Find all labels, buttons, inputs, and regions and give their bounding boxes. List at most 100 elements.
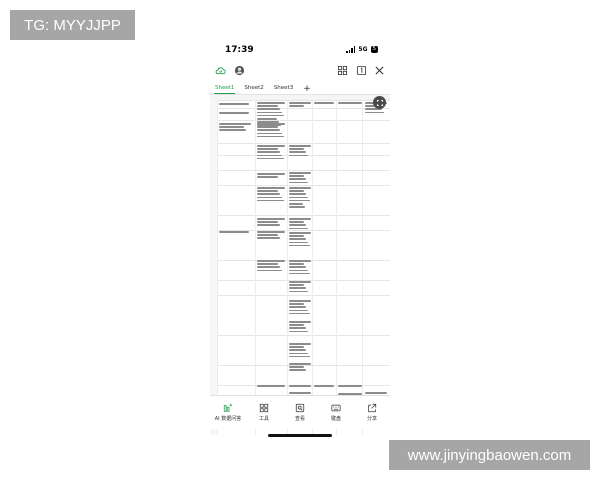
cell-text: [289, 181, 308, 184]
cell-text: [257, 154, 282, 157]
cell-text: [257, 151, 280, 153]
cell-text: [257, 237, 280, 239]
cell-text: [289, 102, 311, 104]
cell-text: [289, 203, 303, 205]
tools-button[interactable]: 工具: [246, 396, 282, 429]
cell-text: [257, 157, 284, 160]
cell-text: [289, 330, 308, 333]
cell-text: [219, 103, 249, 105]
cell-text: [289, 324, 304, 326]
page-count-icon[interactable]: [355, 64, 367, 76]
cell-text: [257, 135, 284, 138]
cell-text: [289, 105, 304, 107]
cell-text: [289, 309, 308, 312]
grid-row-line: [217, 120, 390, 121]
tab-sheet1[interactable]: Sheet1: [210, 83, 239, 94]
bottom-label-tools: 工具: [258, 416, 269, 422]
cell-text: [289, 178, 306, 180]
cell-text: [289, 385, 311, 387]
cell-text: [289, 260, 311, 262]
watermark-top: TG: MYYJJPP: [10, 10, 135, 40]
cell-text: [289, 232, 311, 234]
top-toolbar: [210, 60, 390, 82]
cell-text: [219, 231, 249, 233]
cell-text: [289, 346, 304, 348]
cell-text: [289, 284, 304, 286]
cell-text: [219, 129, 246, 131]
cell-text: [289, 287, 306, 289]
cell-text: [257, 231, 285, 233]
cell-text: [365, 111, 384, 114]
keyboard-button[interactable]: 键盘: [318, 396, 354, 429]
cell-text: [257, 221, 278, 223]
cell-text: [257, 108, 280, 110]
cell-text: [289, 244, 310, 247]
cell-text: [314, 102, 334, 104]
cell-text: [257, 187, 285, 189]
cell-text: [338, 385, 362, 387]
status-indicators: 5G 5: [346, 46, 378, 53]
tools-icon: [259, 403, 269, 413]
cell-text: [289, 300, 311, 302]
close-icon[interactable]: [373, 64, 385, 76]
cell-text: [257, 260, 285, 262]
view-icon: [295, 403, 305, 413]
cell-text: [289, 221, 304, 223]
cell-text: [289, 227, 308, 230]
cell-text: [257, 118, 277, 120]
cell-text: [289, 145, 311, 147]
grid-column-line: [312, 100, 313, 435]
tab-sheet3[interactable]: Sheet3: [269, 83, 298, 94]
grid-column-line: [217, 100, 218, 435]
view-button[interactable]: 查看: [282, 396, 318, 429]
keyboard-icon: [331, 404, 341, 412]
grid-column-line: [362, 100, 363, 435]
cell-text: [289, 196, 308, 199]
share-button[interactable]: 分享: [354, 396, 390, 429]
cell-text: [365, 392, 387, 394]
grid-row-line: [217, 170, 390, 171]
cell-text: [289, 327, 306, 329]
add-sheet-icon[interactable]: +: [298, 84, 311, 94]
cell-text: [289, 303, 304, 305]
cell-text: [289, 172, 311, 174]
avatar-icon[interactable]: [233, 64, 245, 76]
status-time: 17:39: [225, 45, 254, 55]
share-icon: [368, 403, 377, 413]
cell-text: [257, 193, 280, 195]
cell-text: [257, 105, 278, 107]
cell-text: [289, 272, 310, 275]
cell-text: [289, 392, 311, 394]
home-indicator[interactable]: [268, 434, 332, 437]
cell-text: [257, 102, 285, 104]
grid-view-icon[interactable]: [336, 64, 348, 76]
watermark-bottom: www.jinyingbaowen.com: [389, 440, 590, 470]
cell-text: [257, 114, 284, 117]
spreadsheet-grid[interactable]: [210, 94, 390, 435]
cloud-sync-icon[interactable]: [214, 64, 226, 76]
cell-text: [289, 193, 306, 195]
ai-chart-icon: [223, 403, 233, 412]
grid-row-line: [217, 143, 390, 144]
cell-text: [257, 111, 282, 114]
cell-text: [289, 355, 310, 358]
cell-text: [289, 266, 306, 268]
cell-text: [219, 123, 251, 125]
tab-sheet2[interactable]: Sheet2: [239, 83, 268, 94]
cell-text: [257, 218, 285, 220]
phone-screen: 17:39 5G 5 Sheet1 Sheet2 Sheet3 + AI 数据问…: [210, 40, 390, 445]
cell-text: [289, 321, 311, 323]
cell-text: [289, 343, 311, 345]
bottom-label-share: 分享: [366, 416, 377, 422]
cell-text: [289, 363, 311, 365]
cell-text: [257, 385, 285, 387]
ai-data-qa-button[interactable]: AI 数据问答: [210, 396, 246, 429]
cell-text: [257, 123, 285, 125]
fullscreen-icon[interactable]: [373, 96, 386, 109]
cell-text: [289, 148, 304, 150]
cell-text: [289, 369, 306, 371]
cell-text: [289, 224, 306, 226]
cell-text: [289, 366, 304, 368]
cell-text: [257, 266, 280, 268]
grid-column-line: [255, 100, 256, 435]
